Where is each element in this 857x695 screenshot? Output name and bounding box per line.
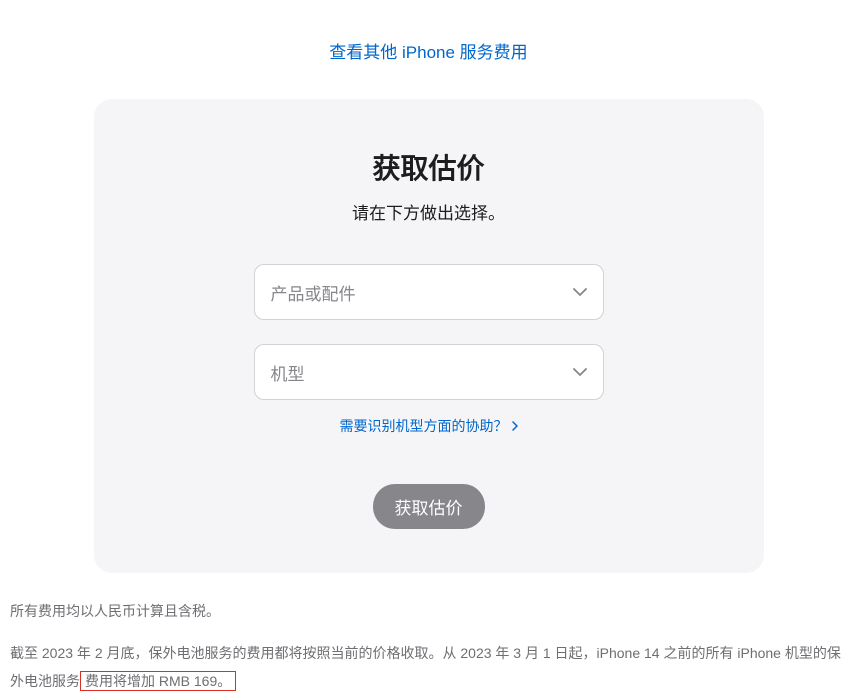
card-subtitle: 请在下方做出选择。	[134, 199, 724, 224]
get-estimate-button[interactable]: 获取估价	[373, 484, 485, 529]
get-estimate-button-label: 获取估价	[395, 499, 463, 518]
other-services-link[interactable]: 查看其他 iPhone 服务费用	[0, 0, 857, 79]
help-link-text: 需要识别机型方面的协助？	[340, 416, 508, 436]
model-select-label: 机型	[271, 360, 305, 385]
price-increase-highlight: 费用将增加 RMB 169。	[80, 671, 236, 691]
chevron-down-icon	[573, 368, 587, 376]
identify-model-help-link[interactable]: 需要识别机型方面的协助？	[340, 416, 518, 436]
product-select-label: 产品或配件	[271, 280, 356, 305]
model-select[interactable]: 机型	[254, 344, 604, 400]
product-select-wrap: 产品或配件	[254, 264, 604, 320]
model-select-wrap: 机型	[254, 344, 604, 400]
estimate-card: 获取估价 请在下方做出选择。 产品或配件 机型 需要识别机型方面的协助？ 获取估…	[94, 99, 764, 573]
footer-notes: 所有费用均以人民币计算且含税。 截至 2023 年 2 月底，保外电池服务的费用…	[10, 597, 847, 695]
chevron-down-icon	[573, 288, 587, 296]
footer-line-2: 截至 2023 年 2 月底，保外电池服务的费用都将按照当前的价格收取。从 20…	[10, 639, 847, 695]
product-select[interactable]: 产品或配件	[254, 264, 604, 320]
card-title: 获取估价	[134, 147, 724, 187]
chevron-right-icon	[512, 421, 518, 431]
other-services-link-text: 查看其他 iPhone 服务费用	[329, 43, 527, 62]
footer-line-1: 所有费用均以人民币计算且含税。	[10, 597, 847, 625]
